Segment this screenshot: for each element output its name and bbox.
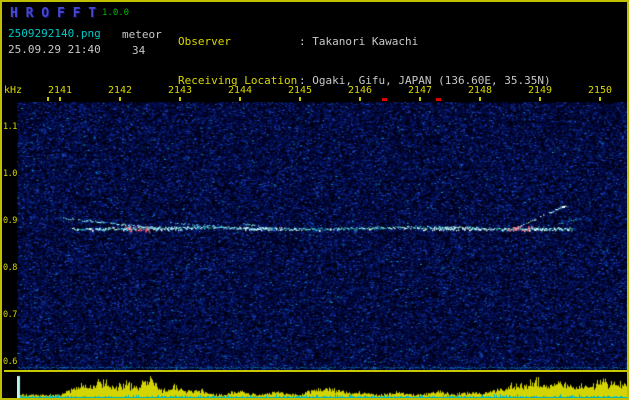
x-tick-label: 2142 — [107, 85, 133, 96]
x-tick-label: 2150 — [587, 85, 613, 96]
info-value: : Takanori Kawachi — [299, 35, 419, 48]
app-version: 1.0.0 — [102, 8, 130, 18]
x-tick-label: 2143 — [167, 85, 193, 96]
meteor-count: 34 — [132, 44, 146, 57]
event-marker — [382, 98, 387, 101]
x-tick-label: 2145 — [287, 85, 313, 96]
x-tick-label: 2146 — [347, 85, 373, 96]
y-tick-label: 1.0 — [3, 169, 17, 179]
y-tick-label: 0.7 — [3, 310, 17, 320]
y-tick-label: 1.1 — [3, 122, 17, 132]
info-row-observer: Observer : Takanori Kawachi — [178, 35, 551, 48]
y-tick-label: 0.8 — [3, 263, 17, 273]
mode-label: meteor — [122, 28, 162, 41]
output-filename: 2509292140.png — [8, 27, 101, 40]
timestamp: 25.09.29 21:40 — [8, 43, 101, 56]
x-tick-label: 2144 — [227, 85, 253, 96]
signal-strip-canvas — [17, 373, 627, 398]
x-tick-label: 2148 — [467, 85, 493, 96]
x-tick-label: 2149 — [527, 85, 553, 96]
info-label: Observer — [178, 35, 231, 48]
x-tick-label: 2147 — [407, 85, 433, 96]
x-tick-label: 2141 — [47, 85, 73, 96]
separator-line — [4, 370, 627, 372]
spectrogram-canvas — [17, 102, 627, 370]
y-tick-label: 0.6 — [3, 357, 17, 367]
event-marker — [436, 98, 441, 101]
app-title: H R O F F T — [10, 6, 97, 21]
hrofft-window: H R O F F T 1.0.0 2509292140.png meteor … — [0, 0, 629, 400]
y-tick-label: 0.9 — [3, 216, 17, 226]
y-axis-unit: kHz — [4, 85, 23, 96]
x-axis-ticks — [17, 97, 627, 101]
